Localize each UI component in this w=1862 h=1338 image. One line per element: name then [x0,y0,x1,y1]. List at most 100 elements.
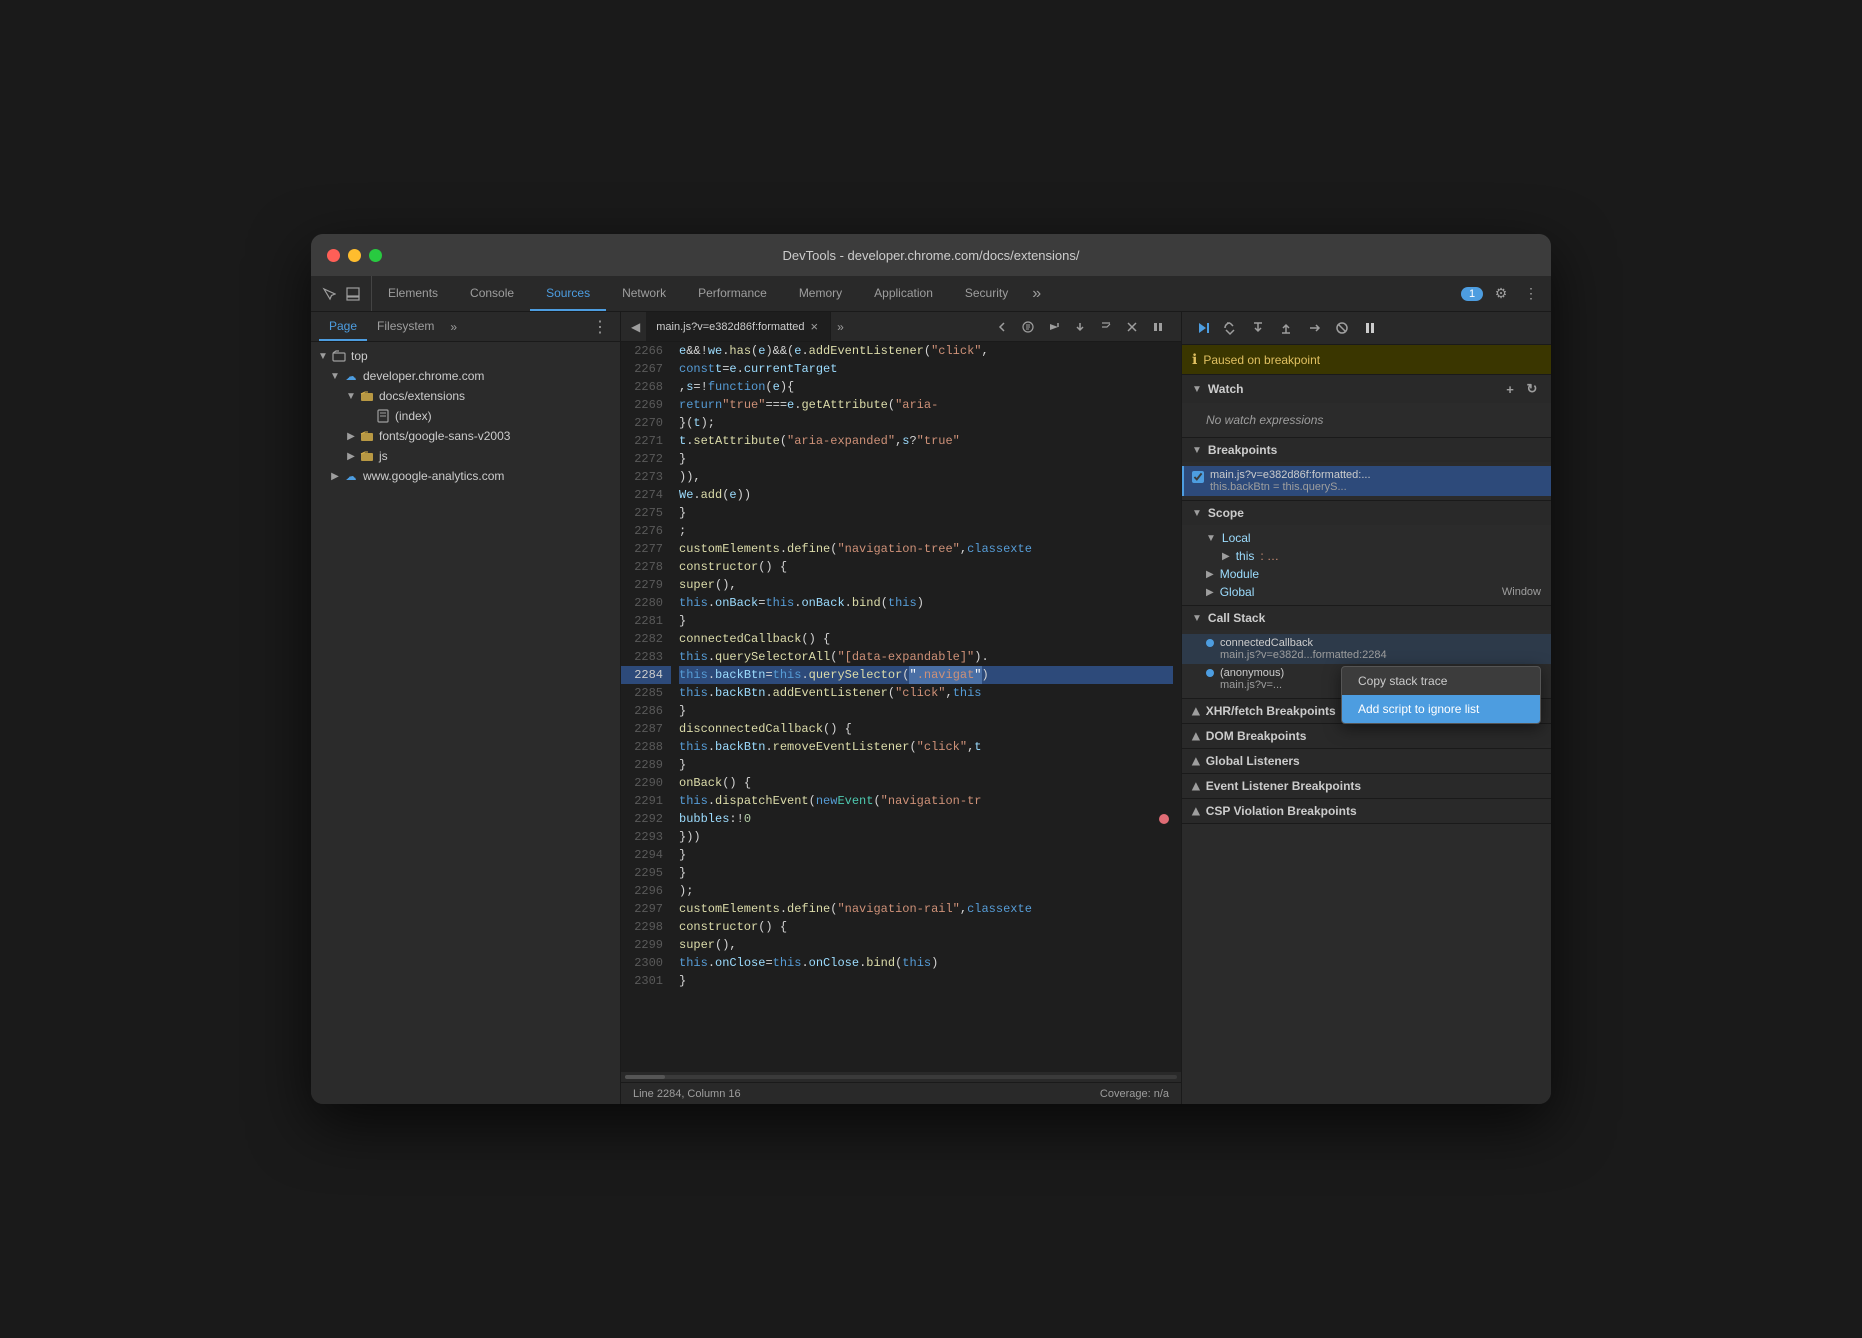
close-button[interactable] [327,249,340,262]
tree-menu-icon[interactable]: ⋮ [588,317,612,337]
sub-tab-overflow[interactable]: » [444,320,463,334]
section-event-listeners-header[interactable]: ▶ Event Listener Breakpoints [1182,774,1551,798]
scrollbar-thumb[interactable] [625,1075,665,1079]
maximize-button[interactable] [369,249,382,262]
call-stack-item-0[interactable]: connectedCallback main.js?v=e382d...form… [1182,634,1551,664]
step-over-dbg-icon[interactable] [1218,316,1242,340]
scrollbar-track [625,1075,1177,1079]
tree-item-fonts[interactable]: ▶ fonts/google-sans-v2003 [311,426,620,446]
settings-icon[interactable]: ⚙ [1489,282,1513,306]
status-bar: Line 2284, Column 16 Coverage: n/a [621,1082,1181,1104]
add-watch-icon[interactable]: + [1501,380,1519,398]
editor-tab-prev-icon[interactable]: ◀ [625,320,646,334]
jump-icon[interactable] [1095,316,1117,338]
window-title: DevTools - developer.chrome.com/docs/ext… [783,248,1080,263]
editor-tab-overflow[interactable]: » [831,320,850,334]
step-into-dbg-icon[interactable] [1246,316,1270,340]
editor-toolbar [983,316,1177,338]
tree-item-analytics[interactable]: ▶ ☁ www.google-analytics.com [311,466,620,486]
section-dom-header[interactable]: ▶ DOM Breakpoints [1182,724,1551,748]
section-csp-header[interactable]: ▶ CSP Violation Breakpoints [1182,799,1551,823]
tab-performance[interactable]: Performance [682,276,783,311]
tab-memory[interactable]: Memory [783,276,858,311]
minimize-button[interactable] [348,249,361,262]
section-scope-header[interactable]: ▼ Scope [1182,501,1551,525]
event-listeners-label: Event Listener Breakpoints [1206,779,1361,793]
devtools-window: DevTools - developer.chrome.com/docs/ext… [311,234,1551,1104]
tree-item-top[interactable]: ▼ top [311,346,620,366]
step-into-icon[interactable] [1069,316,1091,338]
resume-icon[interactable] [1190,316,1214,340]
section-global-header[interactable]: ▶ Global Listeners [1182,749,1551,773]
sub-tab-filesystem[interactable]: Filesystem [367,312,444,341]
global-label: Global Listeners [1206,754,1300,768]
paused-text: Paused on breakpoint [1203,353,1320,367]
context-menu-copy-stack[interactable]: Copy stack trace [1342,667,1540,695]
code-line-2271: t.setAttribute("aria-expanded", s ? "tru… [679,432,1173,450]
editor-nav-back-icon[interactable] [991,316,1013,338]
titlebar: DevTools - developer.chrome.com/docs/ext… [311,234,1551,276]
step-out-dbg-icon[interactable] [1274,316,1298,340]
code-line-2299: super(), [679,936,1173,954]
scope-module-arrow-icon: ▶ [1206,569,1214,580]
tab-security[interactable]: Security [949,276,1024,311]
section-scope: ▼ Scope ▼ Local ▶ this : … [1182,501,1551,606]
scope-local[interactable]: ▼ Local [1182,529,1551,547]
line-num-2277: 2277 [621,540,671,558]
breakpoint-checkbox-0[interactable] [1192,471,1204,483]
main-tabs: Elements Console Sources Network Perform… [372,276,1453,311]
step-over-icon[interactable] [1043,316,1065,338]
scope-label: Scope [1208,506,1244,520]
csp-arrow-icon: ▶ [1190,807,1201,815]
section-breakpoints-header[interactable]: ▼ Breakpoints [1182,438,1551,462]
pause-on-exception-icon[interactable] [1358,316,1382,340]
code-line-2277: customElements.define("navigation-tree",… [679,540,1173,558]
context-menu-ignore-script[interactable]: Add script to ignore list [1342,695,1540,723]
cursor-tool-icon[interactable] [319,284,339,304]
section-call-stack-header[interactable]: ▼ Call Stack [1182,606,1551,630]
notification-badge: 1 [1461,287,1483,301]
section-watch-header[interactable]: ▼ Watch + ↻ [1182,375,1551,403]
refresh-watch-icon[interactable]: ↻ [1523,380,1541,398]
tree-item-index[interactable]: (index) [311,406,620,426]
line-num-2269: 2269 [621,396,671,414]
code-content[interactable]: e && !we.has(e) && (e.addEventListener("… [671,342,1181,1072]
editor-tab-close-icon[interactable]: × [811,320,819,333]
folder-icon-docs [359,388,375,404]
step-dbg-icon[interactable] [1302,316,1326,340]
code-line-2268: , s = !function(e) { [679,378,1173,396]
breakpoint-item-0[interactable]: main.js?v=e382d86f:formatted:... this.ba… [1182,466,1551,496]
tree-item-chrome[interactable]: ▼ ☁ developer.chrome.com [311,366,620,386]
scope-global[interactable]: ▶ Global Window [1182,583,1551,601]
tab-overflow-button[interactable]: » [1024,276,1049,311]
tab-sources[interactable]: Sources [530,276,606,311]
format-icon[interactable] [1017,316,1039,338]
code-editor: 2266 2267 2268 2269 2270 2271 2272 2273 … [621,342,1181,1072]
call-stack-fn-name-1: (anonymous) [1220,667,1284,679]
line-numbers: 2266 2267 2268 2269 2270 2271 2272 2273 … [621,342,671,1072]
tab-console[interactable]: Console [454,276,530,311]
pause-icon[interactable] [1147,316,1169,338]
line-num-2289: 2289 [621,756,671,774]
deactivate-breakpoints-icon[interactable] [1121,316,1143,338]
tab-elements[interactable]: Elements [372,276,454,311]
code-line-2292: bubbles: !0 [679,810,1173,828]
dom-arrow-icon: ▶ [1190,732,1201,740]
deactivate-all-breakpoints-icon[interactable] [1330,316,1354,340]
tab-network[interactable]: Network [606,276,682,311]
section-breakpoints: ▼ Breakpoints main.js?v=e382d86f:formatt… [1182,438,1551,501]
code-line-2296: ); [679,882,1173,900]
scope-module[interactable]: ▶ Module [1182,565,1551,583]
editor-tab-main[interactable]: main.js?v=e382d86f:formatted × [646,312,831,341]
drawer-toggle-icon[interactable] [343,284,363,304]
horizontal-scrollbar[interactable] [621,1072,1181,1082]
sub-tab-page[interactable]: Page [319,312,367,341]
tree-item-js[interactable]: ▶ js [311,446,620,466]
scope-this[interactable]: ▶ this : … [1182,547,1551,565]
line-num-2281: 2281 [621,612,671,630]
more-options-icon[interactable]: ⋮ [1519,282,1543,306]
tab-application[interactable]: Application [858,276,949,311]
tree-item-docs[interactable]: ▼ docs/extensions [311,386,620,406]
dom-label: DOM Breakpoints [1206,729,1307,743]
code-line-2287: disconnectedCallback() { [679,720,1173,738]
